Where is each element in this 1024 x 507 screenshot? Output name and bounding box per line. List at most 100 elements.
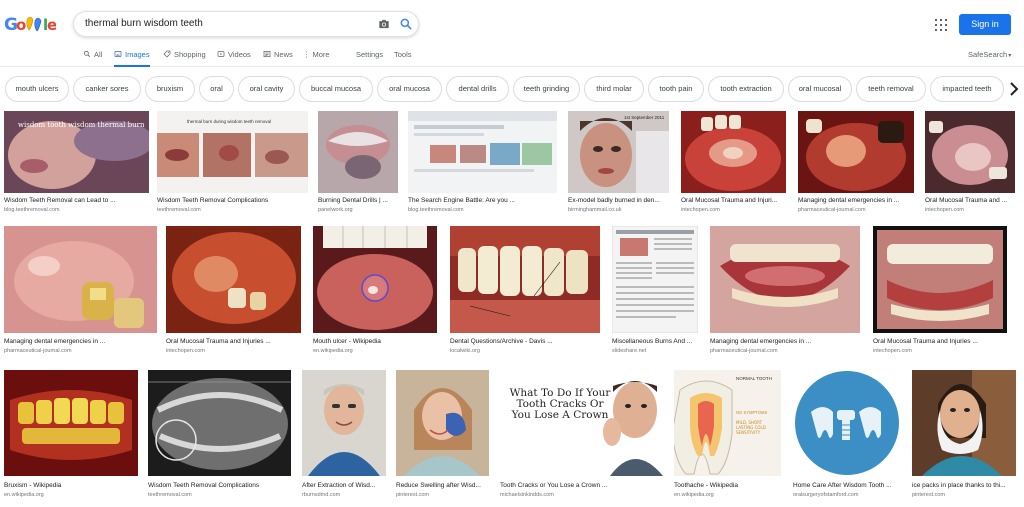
result-title[interactable]: Miscellaneous Burns And ...: [612, 338, 698, 345]
image-result[interactable]: Managing dental emergencies in ... pharm…: [798, 111, 914, 215]
result-thumbnail[interactable]: [396, 370, 489, 476]
result-thumbnail[interactable]: What To Do If Your Tooth Cracks Or You L…: [500, 370, 663, 476]
image-result[interactable]: Burning Dental Drills | ... panelwork.or…: [318, 111, 398, 215]
google-doodle-logo[interactable]: G o l e: [4, 12, 56, 36]
chip[interactable]: teeth removal: [856, 76, 926, 102]
result-thumbnail[interactable]: [873, 226, 1007, 333]
result-title[interactable]: The Search Engine Battle: Are you ...: [408, 197, 557, 204]
image-result[interactable]: Oral Mucosal Trauma and Injuries ... int…: [166, 226, 301, 359]
tab-news[interactable]: News: [263, 50, 293, 67]
result-thumbnail[interactable]: [302, 370, 386, 476]
result-title[interactable]: Dental Questions/Archive - Davis ...: [450, 338, 600, 345]
search-icon[interactable]: [399, 17, 413, 31]
result-thumbnail[interactable]: thermal burn during wisdom teeth removal: [157, 111, 308, 193]
image-result[interactable]: Bruxism - Wikipedia en.wikipedia.org: [4, 370, 138, 500]
image-result[interactable]: After Extraction of Wisd... rburnsdmd.co…: [302, 370, 386, 500]
result-title[interactable]: ice packs in place thanks to thi...: [912, 482, 1016, 489]
image-result[interactable]: Oral Mucosal Trauma and ... intechopen.c…: [925, 111, 1015, 215]
result-thumbnail[interactable]: 1st September 2011: [568, 111, 669, 193]
result-title[interactable]: Wisdom Teeth Removal Complications: [157, 197, 308, 204]
chips-next-button[interactable]: [1005, 76, 1024, 102]
result-thumbnail[interactable]: [798, 111, 914, 193]
result-thumbnail[interactable]: [612, 226, 698, 333]
tab-more[interactable]: ⋮ More: [303, 50, 330, 67]
result-title[interactable]: Oral Mucosal Trauma and Injuri...: [681, 197, 786, 204]
result-thumbnail[interactable]: [318, 111, 398, 193]
camera-icon[interactable]: [377, 17, 391, 31]
chip[interactable]: tooth pain: [648, 76, 704, 102]
settings-link[interactable]: Settings: [356, 50, 383, 67]
chip[interactable]: teeth grinding: [513, 76, 580, 102]
result-title[interactable]: Managing dental emergencies in ...: [4, 338, 157, 345]
result-title[interactable]: Ex-model badly burned in den...: [568, 197, 669, 204]
chip[interactable]: mouth ulcers: [5, 76, 69, 102]
tab-videos[interactable]: Videos: [217, 50, 251, 67]
image-result[interactable]: Miscellaneous Burns And ... slideshare.n…: [612, 226, 698, 359]
result-thumbnail[interactable]: [148, 370, 291, 476]
image-result[interactable]: The Search Engine Battle: Are you ... bl…: [408, 111, 557, 215]
image-result[interactable]: Oral Mucosal Trauma and Injuri... intech…: [681, 111, 786, 215]
result-title[interactable]: Home Care After Wisdom Tooth ...: [793, 482, 901, 489]
result-thumbnail[interactable]: [313, 226, 437, 333]
search-query-text[interactable]: thermal burn wisdom teeth: [85, 18, 203, 29]
search-box[interactable]: thermal burn wisdom teeth: [73, 11, 419, 37]
tools-link[interactable]: Tools: [394, 50, 412, 67]
result-title[interactable]: Toothache - Wikipedia: [674, 482, 781, 489]
result-title[interactable]: Wisdom Teeth Removal can Lead to ...: [4, 197, 149, 204]
image-result[interactable]: Reduce Swelling after Wisd... pinterest.…: [396, 370, 489, 500]
result-title[interactable]: Mouth ulcer - Wikipedia: [313, 338, 437, 345]
image-result[interactable]: Managing dental emergencies in ... pharm…: [4, 226, 157, 359]
image-result[interactable]: 1st September 2011 Ex-model badly burned…: [568, 111, 669, 215]
apps-grid-icon[interactable]: [935, 19, 947, 31]
result-thumbnail[interactable]: [4, 370, 138, 476]
result-title[interactable]: Bruxism - Wikipedia: [4, 482, 138, 489]
result-thumbnail[interactable]: [793, 370, 901, 476]
image-result[interactable]: Managing dental emergencies in ... pharm…: [710, 226, 860, 359]
image-result[interactable]: Wisdom Teeth Removal Complications teeth…: [148, 370, 291, 500]
tab-shopping[interactable]: Shopping: [163, 50, 206, 67]
result-title[interactable]: Reduce Swelling after Wisd...: [396, 482, 489, 489]
chip[interactable]: impacted teeth: [930, 76, 1004, 102]
result-title[interactable]: Managing dental emergencies in ...: [798, 197, 914, 204]
chip[interactable]: tooth extraction: [708, 76, 784, 102]
chip[interactable]: oral mucosa: [377, 76, 442, 102]
result-thumbnail[interactable]: [681, 111, 786, 193]
result-thumbnail[interactable]: [450, 226, 600, 333]
chip[interactable]: canker sores: [73, 76, 141, 102]
result-thumbnail[interactable]: [912, 370, 1016, 476]
image-result[interactable]: wisdom tooth wisdom thermal burn Wisdom …: [4, 111, 149, 215]
image-result[interactable]: thermal burn during wisdom teeth removal…: [157, 111, 308, 215]
result-title[interactable]: Oral Mucosal Trauma and Injuries ...: [873, 338, 1007, 345]
chip[interactable]: third molar: [584, 76, 644, 102]
safesearch-menu[interactable]: SafeSearch▾: [968, 50, 1011, 59]
image-result[interactable]: Mouth ulcer - Wikipedia en.wikipedia.org: [313, 226, 437, 359]
chip[interactable]: bruxism: [145, 76, 195, 102]
result-thumbnail[interactable]: NORMAL TOOTH NO SYMPTOMS MILD, SHORT LAS…: [674, 370, 781, 476]
image-result[interactable]: Home Care After Wisdom Tooth ... oralsur…: [793, 370, 901, 500]
chip[interactable]: buccal mucosa: [299, 76, 373, 102]
result-thumbnail[interactable]: [710, 226, 860, 333]
chip[interactable]: oral: [199, 76, 234, 102]
image-result[interactable]: NORMAL TOOTH NO SYMPTOMS MILD, SHORT LAS…: [674, 370, 781, 500]
sign-in-button[interactable]: Sign in: [959, 14, 1011, 35]
result-thumbnail[interactable]: wisdom tooth wisdom thermal burn: [4, 111, 149, 193]
image-result[interactable]: Dental Questions/Archive - Davis ... loc…: [450, 226, 600, 359]
result-title[interactable]: After Extraction of Wisd...: [302, 482, 386, 489]
result-title[interactable]: Managing dental emergencies in ...: [710, 338, 860, 345]
result-title[interactable]: Burning Dental Drills | ...: [318, 197, 398, 204]
chip[interactable]: oral cavity: [238, 76, 295, 102]
result-title[interactable]: Tooth Cracks or You Lose a Crown ...: [500, 482, 663, 489]
image-result[interactable]: Oral Mucosal Trauma and Injuries ... int…: [873, 226, 1007, 359]
tab-all[interactable]: All: [83, 50, 102, 67]
tab-images[interactable]: Images: [114, 50, 150, 67]
image-result[interactable]: What To Do If Your Tooth Cracks Or You L…: [500, 370, 663, 500]
result-title[interactable]: Oral Mucosal Trauma and Injuries ...: [166, 338, 301, 345]
result-thumbnail[interactable]: [408, 111, 557, 193]
result-thumbnail[interactable]: [166, 226, 301, 333]
chip[interactable]: oral mucosal: [788, 76, 852, 102]
result-thumbnail[interactable]: [925, 111, 1015, 193]
image-result[interactable]: ice packs in place thanks to thi... pint…: [912, 370, 1016, 500]
chip[interactable]: dental drills: [446, 76, 509, 102]
result-thumbnail[interactable]: [4, 226, 157, 333]
result-title[interactable]: Wisdom Teeth Removal Complications: [148, 482, 291, 489]
